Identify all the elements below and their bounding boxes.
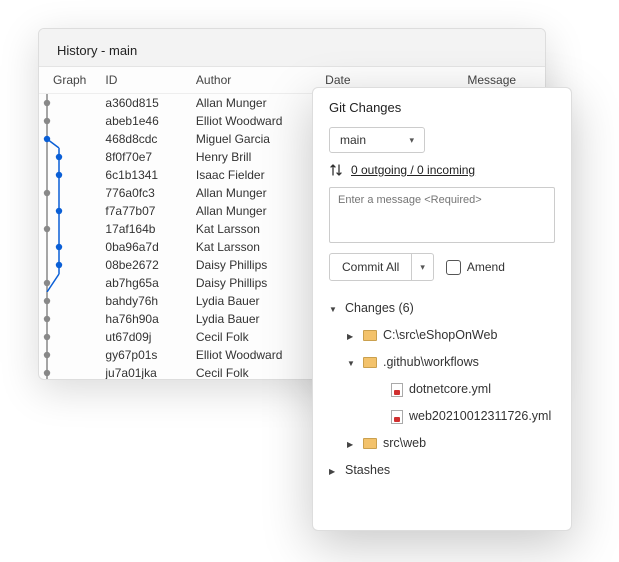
stashes-label: Stashes xyxy=(345,458,390,483)
amend-label: Amend xyxy=(467,260,505,274)
changes-node[interactable]: Changes (6) xyxy=(329,295,555,322)
graph-cell xyxy=(39,346,105,364)
cell-id: a360d815 xyxy=(105,94,196,112)
file-node[interactable]: dotnetcore.yml xyxy=(329,376,555,403)
col-header-id[interactable]: ID xyxy=(105,67,196,94)
commit-all-label: Commit All xyxy=(330,254,411,280)
stashes-node[interactable]: Stashes xyxy=(329,457,555,484)
sync-status-row: 0 outgoing / 0 incoming xyxy=(329,163,555,177)
graph-cell xyxy=(39,202,105,220)
cell-id: ju7a01jka xyxy=(105,364,196,381)
cell-author: Isaac Fielder xyxy=(196,166,325,184)
cell-author: Allan Munger xyxy=(196,94,325,112)
sync-status-link[interactable]: 0 outgoing / 0 incoming xyxy=(351,163,475,177)
commit-message-input[interactable] xyxy=(329,187,555,243)
folder-icon xyxy=(363,357,377,368)
cell-author: Kat Larsson xyxy=(196,220,325,238)
graph-cell xyxy=(39,148,105,166)
cell-author: Henry Brill xyxy=(196,148,325,166)
col-header-graph[interactable]: Graph xyxy=(39,67,105,94)
cell-id: 6c1b1341 xyxy=(105,166,196,184)
graph-cell xyxy=(39,364,105,381)
folder-label: C:\src\eShopOnWeb xyxy=(383,323,497,348)
cell-author: Cecil Folk xyxy=(196,328,325,346)
cell-id: 8f0f70e7 xyxy=(105,148,196,166)
file-icon xyxy=(391,383,403,397)
folder-node[interactable]: src\web xyxy=(329,430,555,457)
git-changes-panel: Git Changes main ▾ 0 outgoing / 0 incomi… xyxy=(312,87,572,531)
cell-id: ha76h90a xyxy=(105,310,196,328)
cell-author: Elliot Woodward xyxy=(196,346,325,364)
folder-label: .github\workflows xyxy=(383,350,479,375)
folder-icon xyxy=(363,438,377,449)
history-title: History - main xyxy=(39,29,545,67)
caret-icon xyxy=(347,354,357,372)
changes-tree: Changes (6) C:\src\eShopOnWeb .github\wo… xyxy=(329,291,555,520)
sync-arrows-icon[interactable] xyxy=(329,163,343,177)
commit-actions-row: Commit All ▾ Amend xyxy=(329,253,555,281)
caret-icon xyxy=(329,300,339,318)
cell-author: Elliot Woodward xyxy=(196,112,325,130)
cell-id: 0ba96a7d xyxy=(105,238,196,256)
graph-cell xyxy=(39,328,105,346)
cell-id: abeb1e46 xyxy=(105,112,196,130)
graph-cell xyxy=(39,94,105,112)
folder-node[interactable]: C:\src\eShopOnWeb xyxy=(329,322,555,349)
cell-author: Daisy Phillips xyxy=(196,274,325,292)
graph-cell xyxy=(39,238,105,256)
file-icon xyxy=(391,410,403,424)
caret-icon xyxy=(347,327,357,345)
graph-cell xyxy=(39,256,105,274)
cell-id: gy67p01s xyxy=(105,346,196,364)
cell-author: Kat Larsson xyxy=(196,238,325,256)
graph-cell xyxy=(39,184,105,202)
col-header-author[interactable]: Author xyxy=(196,67,325,94)
file-label: dotnetcore.yml xyxy=(409,377,491,402)
folder-label: src\web xyxy=(383,431,426,456)
graph-cell xyxy=(39,130,105,148)
graph-cell xyxy=(39,112,105,130)
git-changes-title: Git Changes xyxy=(313,88,571,123)
checkbox-icon xyxy=(446,260,461,275)
branch-selector[interactable]: main ▾ xyxy=(329,127,425,153)
changes-label: Changes (6) xyxy=(345,296,414,321)
caret-icon xyxy=(347,435,357,453)
graph-cell xyxy=(39,220,105,238)
branch-name: main xyxy=(340,133,366,147)
cell-author: Daisy Phillips xyxy=(196,256,325,274)
cell-author: Cecil Folk xyxy=(196,364,325,381)
cell-author: Lydia Bauer xyxy=(196,310,325,328)
cell-id: 468d8cdc xyxy=(105,130,196,148)
commit-dropdown-chevron[interactable]: ▾ xyxy=(411,254,433,280)
file-label: web20210012311726.yml xyxy=(409,404,551,429)
chevron-down-icon: ▾ xyxy=(409,135,414,146)
folder-icon xyxy=(363,330,377,341)
graph-cell xyxy=(39,310,105,328)
graph-cell xyxy=(39,292,105,310)
cell-id: 17af164b xyxy=(105,220,196,238)
graph-cell xyxy=(39,274,105,292)
cell-id: ut67d09j xyxy=(105,328,196,346)
cell-author: Allan Munger xyxy=(196,184,325,202)
file-node[interactable]: web20210012311726.yml xyxy=(329,403,555,430)
cell-id: 08be2672 xyxy=(105,256,196,274)
commit-all-button[interactable]: Commit All ▾ xyxy=(329,253,434,281)
graph-cell xyxy=(39,166,105,184)
cell-author: Allan Munger xyxy=(196,202,325,220)
chevron-down-icon: ▾ xyxy=(420,262,425,273)
cell-author: Miguel Garcia xyxy=(196,130,325,148)
cell-id: f7a77b07 xyxy=(105,202,196,220)
cell-id: ab7hg65a xyxy=(105,274,196,292)
cell-id: 776a0fc3 xyxy=(105,184,196,202)
cell-author: Lydia Bauer xyxy=(196,292,325,310)
caret-icon xyxy=(329,462,339,480)
amend-checkbox[interactable]: Amend xyxy=(446,260,505,275)
cell-id: bahdy76h xyxy=(105,292,196,310)
folder-node[interactable]: .github\workflows xyxy=(329,349,555,376)
